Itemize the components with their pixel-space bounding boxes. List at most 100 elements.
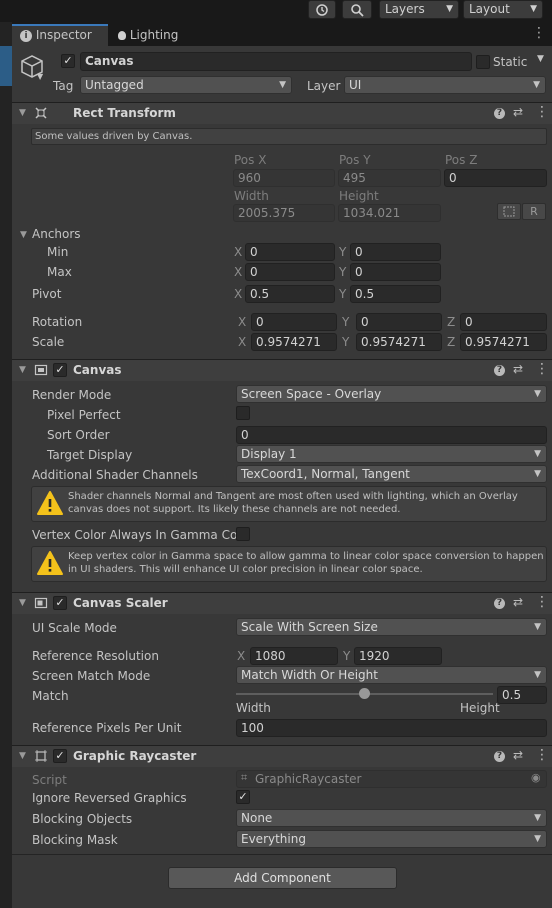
layout-dropdown[interactable]: Layout ▼ xyxy=(463,0,543,19)
layers-label: Layers xyxy=(385,2,425,16)
match-slider-thumb[interactable] xyxy=(359,688,370,699)
chevron-down-icon: ▼ xyxy=(534,834,541,844)
more-menu-icon[interactable]: ⋮ xyxy=(535,361,549,377)
blocking-objects-dropdown[interactable]: None ▼ xyxy=(236,809,547,827)
screen-match-mode-value: Match Width Or Height xyxy=(241,668,378,682)
render-mode-dropdown[interactable]: Screen Space - Overlay ▼ xyxy=(236,385,547,403)
chevron-down-icon: ▼ xyxy=(534,813,541,823)
pos-y-field[interactable]: 495 xyxy=(338,169,441,187)
collapse-triangle-icon[interactable]: ▼ xyxy=(19,593,26,613)
blocking-objects-label: Blocking Objects xyxy=(32,812,133,826)
object-picker-icon[interactable]: ◉ xyxy=(531,771,541,784)
graphic-raycaster-header[interactable]: ▼ ✓ Graphic Raycaster ? ⇄ ⋮ xyxy=(12,745,552,767)
rotation-z-field[interactable]: 0 xyxy=(460,313,547,331)
pivot-y-field[interactable]: 0.5 xyxy=(350,285,441,303)
shader-channels-label: Additional Shader Channels xyxy=(32,468,198,482)
presets-icon[interactable]: ⇄ xyxy=(513,595,523,609)
pos-x-label: Pos X xyxy=(234,153,267,167)
blocking-mask-dropdown[interactable]: Everything ▼ xyxy=(236,830,547,848)
canvas-scaler-header[interactable]: ▼ ✓ Canvas Scaler ? ⇄ ⋮ xyxy=(12,592,552,614)
component-title: Canvas Scaler xyxy=(73,596,168,610)
rect-transform-header[interactable]: ▼ Rect Transform ? ⇄ ⋮ xyxy=(12,102,552,124)
match-value-field[interactable]: 0.5 xyxy=(497,686,547,704)
static-checkbox[interactable] xyxy=(476,55,490,69)
reference-resolution-label: Reference Resolution xyxy=(32,649,159,663)
info-icon: i xyxy=(20,29,32,42)
presets-icon[interactable]: ⇄ xyxy=(513,105,523,119)
width-field[interactable]: 2005.375 xyxy=(233,204,335,222)
vertex-color-checkbox[interactable] xyxy=(236,527,250,541)
history-icon[interactable] xyxy=(308,0,336,19)
help-icon[interactable]: ? xyxy=(494,598,505,609)
chevron-down-icon: ▼ xyxy=(534,622,541,632)
canvas-component-icon xyxy=(34,363,48,380)
pos-x-field[interactable]: 960 xyxy=(233,169,335,187)
rotation-x-field[interactable]: 0 xyxy=(251,313,337,331)
raycaster-enabled-checkbox[interactable]: ✓ xyxy=(53,749,67,763)
more-menu-icon[interactable]: ⋮ xyxy=(535,747,549,763)
anchor-min-y-field[interactable]: 0 xyxy=(350,243,441,261)
pivot-x-field[interactable]: 0.5 xyxy=(245,285,335,303)
layers-dropdown[interactable]: Layers ▼ xyxy=(379,0,459,19)
reference-ppu-field[interactable]: 100 xyxy=(236,719,547,737)
adjacent-panel-edge xyxy=(0,22,12,908)
scale-y-field[interactable]: 0.9574271 xyxy=(356,333,442,351)
chevron-down-icon: ▼ xyxy=(534,389,541,399)
collapse-triangle-icon[interactable]: ▼ xyxy=(19,360,26,380)
pos-z-field[interactable]: 0 xyxy=(444,169,547,187)
more-menu-icon[interactable]: ⋮ xyxy=(535,104,549,120)
anchor-max-x-field[interactable]: 0 xyxy=(245,263,335,281)
anchors-label[interactable]: Anchors xyxy=(32,226,81,242)
help-icon[interactable]: ? xyxy=(494,751,505,762)
tag-value: Untagged xyxy=(85,78,144,92)
target-display-dropdown[interactable]: Display 1 ▼ xyxy=(236,445,547,463)
tab-lighting[interactable]: Lighting xyxy=(110,24,200,46)
script-value: GraphicRaycaster xyxy=(255,772,362,786)
collapse-triangle-icon[interactable]: ▼ xyxy=(19,746,26,766)
y-label: Y xyxy=(342,335,350,349)
shader-channels-dropdown[interactable]: TexCoord1, Normal, Tangent ▼ xyxy=(236,465,547,483)
sort-order-field[interactable]: 0 xyxy=(236,426,547,444)
height-field[interactable]: 1034.021 xyxy=(338,204,441,222)
script-field[interactable]: GraphicRaycaster xyxy=(236,770,547,788)
active-checkbox[interactable]: ✓ xyxy=(61,54,75,68)
gameobject-name-input[interactable]: Canvas xyxy=(80,52,472,71)
search-icon[interactable] xyxy=(342,0,372,19)
anchor-max-y-field[interactable]: 0 xyxy=(350,263,441,281)
rotation-y-field[interactable]: 0 xyxy=(356,313,442,331)
ignore-reversed-checkbox[interactable]: ✓ xyxy=(236,790,250,804)
match-height-label: Height xyxy=(460,701,500,715)
presets-icon[interactable]: ⇄ xyxy=(513,748,523,762)
help-icon[interactable]: ? xyxy=(494,365,505,376)
raw-edit-button[interactable]: R xyxy=(522,203,546,220)
reference-y-field[interactable]: 1920 xyxy=(354,647,442,665)
pos-y-label: Pos Y xyxy=(339,153,371,167)
blueprint-mode-button[interactable] xyxy=(497,203,521,220)
add-component-button[interactable]: Add Component xyxy=(168,867,397,889)
screen-match-mode-dropdown[interactable]: Match Width Or Height ▼ xyxy=(236,666,547,684)
reference-x-field[interactable]: 1080 xyxy=(250,647,338,665)
more-menu-icon[interactable]: ⋮ xyxy=(532,26,546,40)
scale-z-field[interactable]: 0.9574271 xyxy=(460,333,547,351)
chevron-down-icon[interactable]: ▼ xyxy=(37,72,43,81)
collapse-triangle-icon[interactable]: ▼ xyxy=(19,103,26,123)
layer-dropdown[interactable]: UI ▼ xyxy=(344,76,546,94)
presets-icon[interactable]: ⇄ xyxy=(513,362,523,376)
canvas-enabled-checkbox[interactable]: ✓ xyxy=(53,363,67,377)
anchors-triangle-icon[interactable]: ▼ xyxy=(20,230,27,240)
x-label: X xyxy=(234,265,243,279)
help-icon[interactable]: ? xyxy=(494,108,505,119)
chevron-down-icon[interactable]: ▼ xyxy=(537,54,544,64)
tab-inspector[interactable]: i Inspector xyxy=(12,24,108,46)
more-menu-icon[interactable]: ⋮ xyxy=(535,594,549,610)
anchor-min-x-field[interactable]: 0 xyxy=(245,243,335,261)
pixel-perfect-checkbox[interactable] xyxy=(236,406,250,420)
canvas-header[interactable]: ▼ ✓ Canvas ? ⇄ ⋮ xyxy=(12,359,552,381)
scale-x-field[interactable]: 0.9574271 xyxy=(251,333,337,351)
tag-dropdown[interactable]: Untagged ▼ xyxy=(80,76,292,94)
canvas-scaler-enabled-checkbox[interactable]: ✓ xyxy=(53,596,67,610)
match-width-label: Width xyxy=(236,701,271,715)
x-label: X xyxy=(234,287,243,301)
ui-scale-mode-dropdown[interactable]: Scale With Screen Size ▼ xyxy=(236,618,547,636)
bulb-icon xyxy=(118,31,126,40)
